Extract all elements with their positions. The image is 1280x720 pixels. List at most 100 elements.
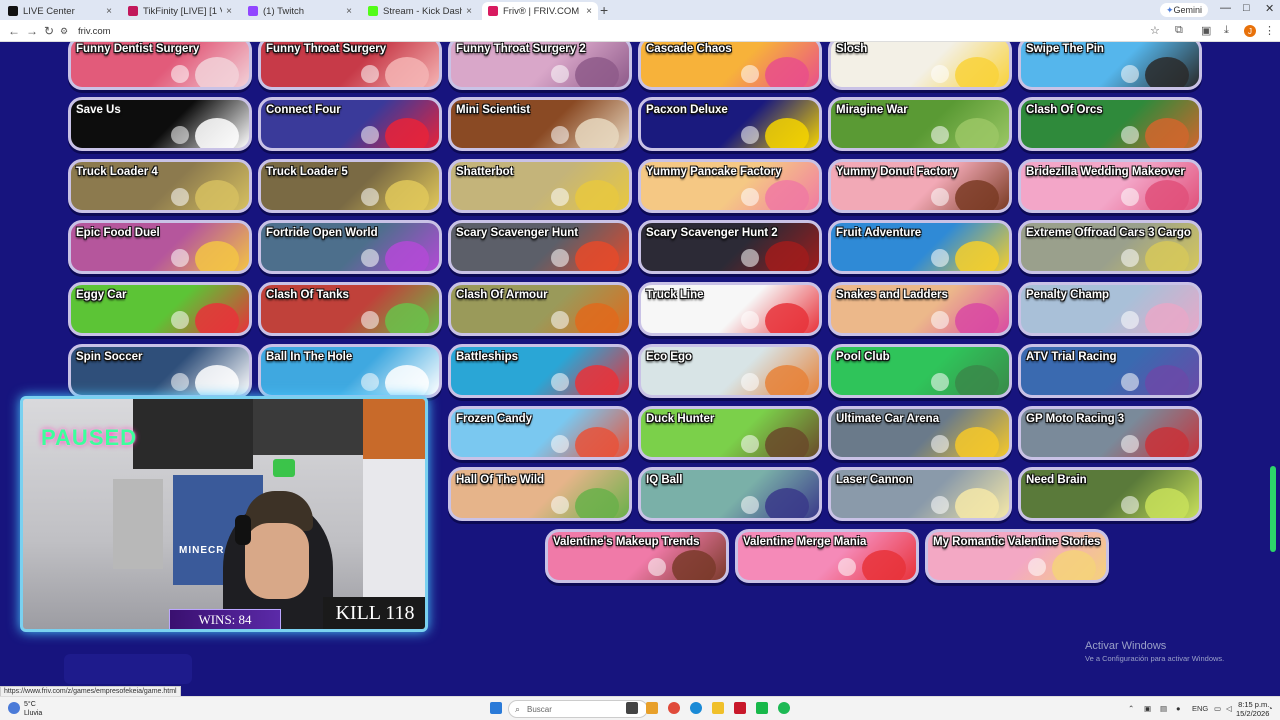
close-tab-icon[interactable]: × — [346, 6, 352, 17]
page-scrollbar[interactable] — [1270, 466, 1276, 552]
game-tile-bridezilla-wedding-makeover[interactable]: Bridezilla Wedding Makeover — [1018, 159, 1202, 213]
game-tile-swipe-the-pin[interactable]: Swipe The Pin — [1018, 42, 1202, 90]
game-thumbnail-art — [741, 435, 759, 453]
game-thumbnail-art — [1121, 249, 1139, 267]
game-tile-frozen-candy[interactable]: Frozen Candy — [448, 406, 632, 460]
menu-kebab-icon[interactable]: ⋮ — [1264, 24, 1275, 37]
twitch-icon — [248, 6, 258, 16]
game-tile-ultimate-car-arena[interactable]: Ultimate Car Arena — [828, 406, 1012, 460]
game-tile-laser-cannon[interactable]: Laser Cannon — [828, 467, 1012, 521]
close-tab-icon[interactable]: × — [106, 6, 112, 17]
game-tile-hall-of-the-wild[interactable]: Hall Of The Wild — [448, 467, 632, 521]
game-tile-fortride-open-world[interactable]: Fortride Open World — [258, 220, 442, 274]
game-tile-save-us[interactable]: Save Us — [68, 97, 252, 151]
game-tile-clash-of-tanks[interactable]: Clash Of Tanks — [258, 282, 442, 336]
file-explorer-icon[interactable] — [712, 702, 724, 714]
game-tile-extreme-offroad-cars-3-cargo[interactable]: Extreme Offroad Cars 3 Cargo — [1018, 220, 1202, 274]
tray-chevron-icon[interactable]: ⌃ — [1128, 704, 1134, 713]
task-view-icon[interactable] — [626, 702, 638, 714]
game-tile-funny-throat-surgery[interactable]: Funny Throat Surgery — [258, 42, 442, 90]
new-tab-icon[interactable]: + — [600, 2, 608, 18]
weather-icon[interactable] — [8, 702, 20, 714]
site-info-icon[interactable]: ⚙ — [60, 26, 68, 37]
close-tab-icon[interactable]: × — [226, 6, 232, 17]
game-tile-iq-ball[interactable]: IQ Ball — [638, 467, 822, 521]
game-tile-my-romantic-valentine-stories[interactable]: My Romantic Valentine Stories — [925, 529, 1109, 583]
game-thumbnail-art — [765, 180, 809, 210]
volume-icon[interactable]: ◁ — [1226, 704, 1232, 713]
start-windows-icon[interactable] — [490, 702, 502, 714]
gemini-button[interactable]: ✦ Gemini — [1160, 3, 1209, 17]
game-tile-truck-loader-5[interactable]: Truck Loader 5 — [258, 159, 442, 213]
tray-app-icon[interactable]: ▣ — [1144, 704, 1151, 713]
game-tile-clash-of-orcs[interactable]: Clash Of Orcs — [1018, 97, 1202, 151]
maximize-icon[interactable]: □ — [1243, 2, 1250, 14]
game-tile-pacxon-deluxe[interactable]: Pacxon Deluxe — [638, 97, 822, 151]
browser-tab[interactable]: LIVE Center × — [2, 2, 118, 20]
game-tile-atv-trial-racing[interactable]: ATV Trial Racing — [1018, 344, 1202, 398]
browser-tab[interactable]: Stream - Kick Dashboard × — [362, 2, 478, 20]
game-tile-yummy-pancake-factory[interactable]: Yummy Pancake Factory — [638, 159, 822, 213]
minimize-icon[interactable]: — — [1220, 2, 1231, 14]
game-tile-eco-ego[interactable]: Eco Ego — [638, 344, 822, 398]
game-tile-funny-dentist-surgery[interactable]: Funny Dentist Surgery — [68, 42, 252, 90]
game-tile-fruit-adventure[interactable]: Fruit Adventure — [828, 220, 1012, 274]
sidebar-icon[interactable]: ▣ — [1201, 24, 1211, 37]
game-tile-scary-scavenger-hunt[interactable]: Scary Scavenger Hunt — [448, 220, 632, 274]
copilot-icon[interactable] — [646, 702, 658, 714]
extensions-icon[interactable]: ⧉ — [1175, 24, 1183, 37]
game-tile-ball-in-the-hole[interactable]: Ball In The Hole — [258, 344, 442, 398]
notifications-icon[interactable]: ◔ — [1268, 704, 1273, 713]
back-icon[interactable]: ← — [8, 24, 20, 38]
game-tile-miragine-war[interactable]: Miragine War — [828, 97, 1012, 151]
tray-folder-icon[interactable]: ▤ — [1160, 704, 1167, 713]
weather-widget[interactable]: 5°C Lluvia — [24, 700, 42, 718]
chrome-icon[interactable] — [668, 702, 680, 714]
spotify-icon[interactable] — [778, 702, 790, 714]
bookmark-star-icon[interactable]: ☆ — [1150, 24, 1160, 37]
game-tile-shatterbot[interactable]: Shatterbot — [448, 159, 632, 213]
downloads-icon[interactable]: ⤓ — [1224, 24, 1229, 37]
game-tile-gp-moto-racing-3[interactable]: GP Moto Racing 3 — [1018, 406, 1202, 460]
game-tile-valentines-makeup-trends[interactable]: Valentine's Makeup Trends — [545, 529, 729, 583]
game-tile-connect-four[interactable]: Connect Four — [258, 97, 442, 151]
game-tile-truck-loader-4[interactable]: Truck Loader 4 — [68, 159, 252, 213]
tikfinity-app-icon[interactable] — [734, 702, 746, 714]
game-tile-battleships[interactable]: Battleships — [448, 344, 632, 398]
close-window-icon[interactable]: ✕ — [1265, 2, 1274, 15]
game-tile-scary-scavenger-hunt-2[interactable]: Scary Scavenger Hunt 2 — [638, 220, 822, 274]
game-tile-pool-club[interactable]: Pool Club — [828, 344, 1012, 398]
game-thumbnail-art — [1121, 311, 1139, 329]
network-icon[interactable]: ▭ — [1214, 704, 1221, 713]
edge-icon[interactable] — [690, 702, 702, 714]
game-tile-truck-line[interactable]: Truck Line — [638, 282, 822, 336]
game-tile-spin-soccer[interactable]: Spin Soccer — [68, 344, 252, 398]
game-tile-cascade-chaos[interactable]: Cascade Chaos — [638, 42, 822, 90]
url-field[interactable]: friv.com — [70, 23, 1170, 39]
reload-icon[interactable]: ↻ — [44, 24, 54, 38]
game-tile-duck-hunter[interactable]: Duck Hunter — [638, 406, 822, 460]
close-tab-icon[interactable]: × — [586, 6, 592, 17]
language-indicator[interactable]: ENG — [1192, 704, 1208, 713]
game-tile-funny-throat-surgery-2[interactable]: Funny Throat Surgery 2 — [448, 42, 632, 90]
game-tile-slosh[interactable]: Slosh — [828, 42, 1012, 90]
game-tile-need-brain[interactable]: Need Brain — [1018, 467, 1202, 521]
close-tab-icon[interactable]: × — [466, 6, 472, 17]
game-tile-clash-of-armour[interactable]: Clash Of Armour — [448, 282, 632, 336]
obs-icon[interactable] — [756, 702, 768, 714]
game-tile-epic-food-duel[interactable]: Epic Food Duel — [68, 220, 252, 274]
forward-icon[interactable]: → — [26, 24, 38, 38]
game-tile-eggy-car[interactable]: Eggy Car — [68, 282, 252, 336]
game-tile-valentine-merge-mania[interactable]: Valentine Merge Mania — [735, 529, 919, 583]
address-bar-row: ← → ↻ ⚙ friv.com ☆ ⧉ ▣ ⤓ J ⋮ — [0, 20, 1280, 42]
taskbar-clock[interactable]: 8:15 p.m. 15/2/2026 — [1236, 700, 1269, 718]
game-tile-penalty-champ[interactable]: Penalty Champ — [1018, 282, 1202, 336]
browser-tab[interactable]: (1) Twitch × — [242, 2, 358, 20]
profile-avatar[interactable]: J — [1244, 25, 1256, 37]
game-tile-snakes-and-ladders[interactable]: Snakes and Ladders — [828, 282, 1012, 336]
game-tile-mini-scientist[interactable]: Mini Scientist — [448, 97, 632, 151]
browser-tab[interactable]: Friv® | FRIV.COM | The Best Fri × — [482, 2, 598, 20]
game-tile-yummy-donut-factory[interactable]: Yummy Donut Factory — [828, 159, 1012, 213]
browser-tab[interactable]: TikFinity [LIVE] [1 Viewers] × — [122, 2, 238, 20]
tray-mic-icon[interactable]: ● — [1176, 704, 1181, 713]
